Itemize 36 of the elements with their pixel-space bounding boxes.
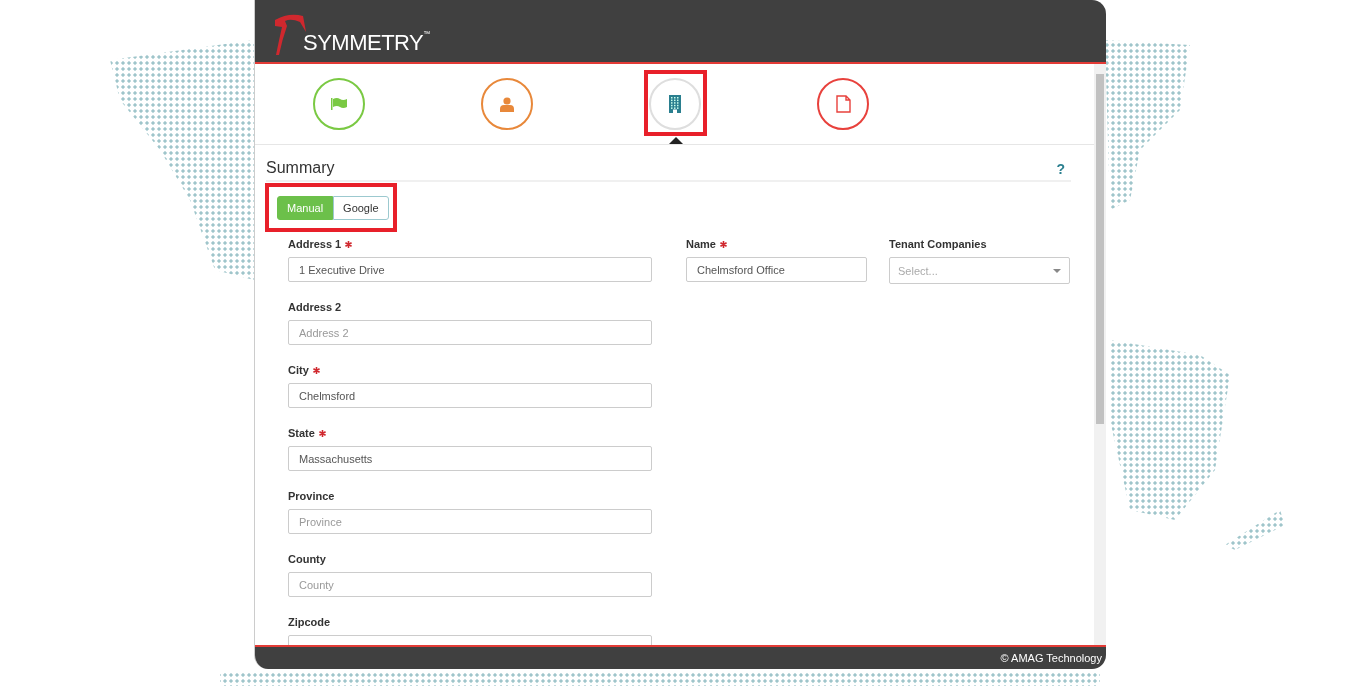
step-button[interactable] [817,78,869,130]
field-label: City [288,364,309,376]
document-icon [835,95,851,113]
field-label: County [288,553,326,565]
help-link[interactable]: ? [1056,161,1065,177]
field-label: Address 1 [288,238,342,250]
person-icon [500,96,514,112]
flag-icon [331,98,347,110]
required-icon [312,366,320,374]
logo-text: SYMMETRY$^{™}$ [303,30,430,56]
input-field[interactable]: Chelmsford Office [686,257,867,282]
field-label: Name [686,238,716,250]
field-label: Zipcode [288,616,331,628]
step-button[interactable] [481,78,533,130]
required-icon [318,429,326,437]
required-icon [345,240,353,248]
input-field[interactable]: Chelmsford [288,383,652,408]
input-field[interactable]: Massachusetts [288,446,652,471]
caret-icon [1053,268,1061,273]
caret-icon [669,137,683,144]
field-label: Province [288,490,335,502]
mode-toggle[interactable]: Google [333,196,389,220]
input-field[interactable]: County [288,572,652,597]
required-icon [719,240,727,248]
field-label: Address 2 [288,301,342,313]
input-field[interactable]: 1 Executive Drive [288,257,652,282]
field-label: State [288,427,315,439]
footer-text: © AMAG Technology [1000,652,1102,664]
section-title: Summary [266,159,335,177]
highlight-frame [644,70,707,136]
building-icon [669,95,681,113]
scrollbar[interactable] [1094,64,1106,645]
input-field[interactable]: Address 2 [288,320,652,345]
step-button[interactable] [313,78,365,130]
input-field[interactable]: Province [288,509,652,534]
field-label: Tenant Companies [889,238,987,250]
